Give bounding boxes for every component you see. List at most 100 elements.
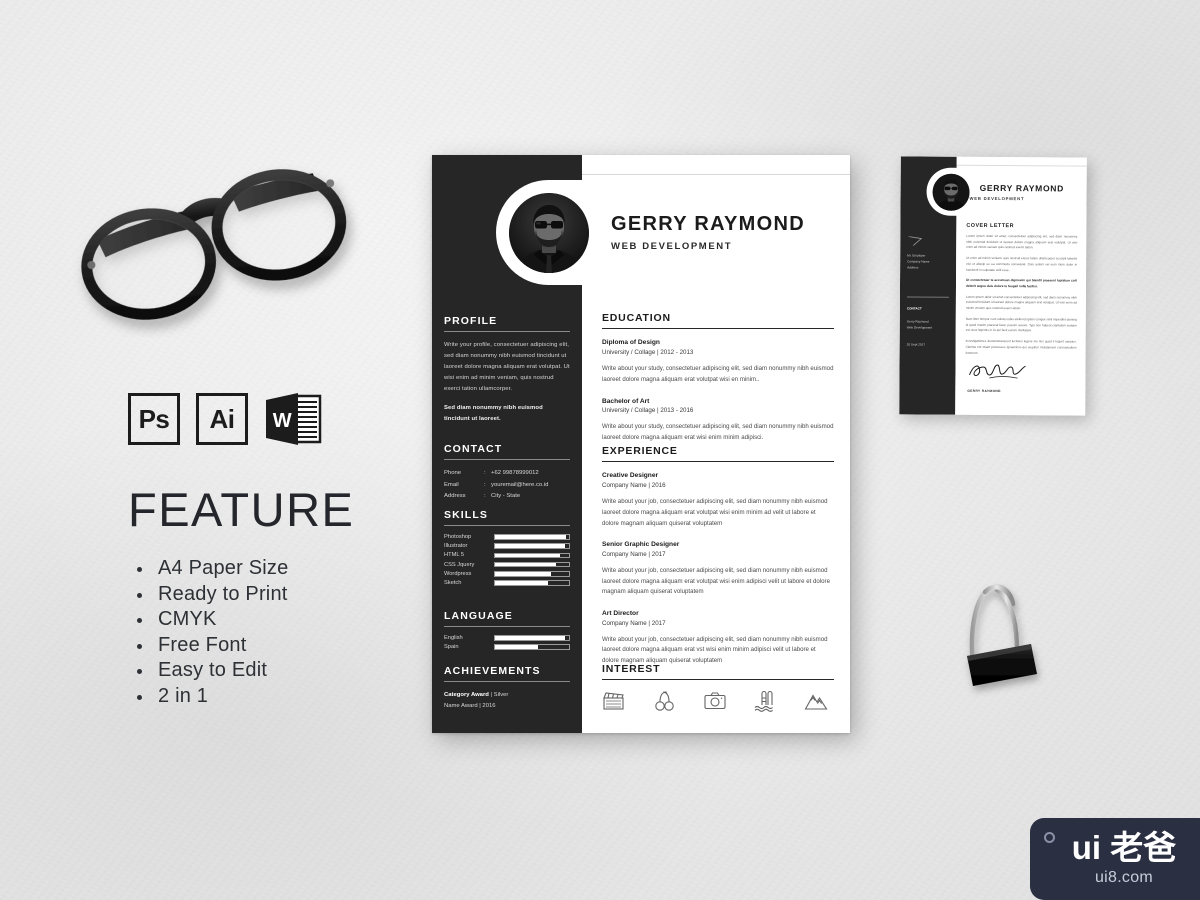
skill-fill bbox=[495, 562, 556, 567]
job-title: WEB DEVELOPMENT bbox=[611, 241, 733, 252]
movie-clapperboard-icon bbox=[602, 689, 626, 713]
svg-text:W: W bbox=[273, 410, 292, 432]
feature-heading: FEATURE bbox=[128, 483, 355, 536]
divider bbox=[602, 679, 834, 681]
contact-section: CONTACT Phone : +62 99878999012 Email : … bbox=[432, 443, 582, 503]
skill-fill bbox=[495, 544, 565, 548]
cover-header-bar: GERRY RAYMOND WEB DEVELOPMENT bbox=[926, 167, 1087, 217]
role: Creative Designer bbox=[602, 472, 659, 480]
mountain-hiking-icon bbox=[804, 689, 828, 713]
divider bbox=[444, 681, 570, 682]
skill-row: Wordpress bbox=[444, 571, 570, 577]
contact-value: +62 99878999012 bbox=[491, 470, 539, 476]
interest-heading: INTEREST bbox=[602, 663, 661, 675]
software-badges: Ps Ai W bbox=[128, 392, 322, 446]
skill-track bbox=[494, 534, 570, 540]
contact-label: CONTACT bbox=[906, 306, 922, 311]
education-entry: Bachelor of Art University / Collage | 2… bbox=[602, 397, 834, 444]
skill-fill bbox=[495, 636, 566, 640]
skill-fill bbox=[495, 553, 561, 558]
swimming-pool-icon bbox=[754, 689, 778, 713]
company: Company Name | 2016 bbox=[602, 482, 666, 490]
contact-separator: : bbox=[484, 470, 486, 476]
skill-name: Photoshop bbox=[444, 534, 472, 540]
skill-name: Wordpress bbox=[444, 570, 472, 577]
interest-icon-row bbox=[602, 689, 834, 713]
profile-paragraph-1: Write your profile, consectetuer adipisc… bbox=[444, 342, 570, 392]
description: Write about your job, consectetuer adipi… bbox=[602, 566, 830, 596]
avatar bbox=[932, 173, 970, 211]
education-section: EDUCATION Diploma of Design University /… bbox=[602, 312, 834, 455]
contact-value: City - State bbox=[491, 493, 521, 500]
contact-row: Phone : +62 99878999012 bbox=[444, 468, 570, 480]
skill-row: Spain bbox=[444, 644, 570, 650]
skill-name: CSS Jquery bbox=[444, 561, 475, 568]
feature-item: CMYK bbox=[134, 607, 288, 633]
skills-heading: SKILLS bbox=[444, 509, 488, 521]
experience-section: EXPERIENCE Creative Designer Company Nam… bbox=[602, 445, 834, 678]
contact-separator: : bbox=[484, 481, 486, 488]
skill-row: Illustrator bbox=[444, 543, 570, 549]
skill-track bbox=[494, 561, 570, 568]
letter-date: 20 Sept 2017 bbox=[906, 342, 926, 347]
contact-key: Phone bbox=[444, 470, 462, 476]
achievement-detail: | Silver bbox=[488, 692, 509, 698]
feature-item: A4 Paper Size bbox=[134, 556, 288, 582]
cover-paragraph: Lorem ipsum dolor sit amet consectetuer … bbox=[965, 294, 1077, 311]
skill-track bbox=[494, 571, 570, 577]
company: Company Name | 2017 bbox=[602, 551, 666, 559]
profile-section: PROFILE Write your profile, consectetuer… bbox=[432, 315, 582, 424]
profile-heading: PROFILE bbox=[444, 315, 498, 327]
watermark-logo-text: ui 老爸 bbox=[1071, 829, 1177, 866]
language-rows: English Spain bbox=[444, 635, 570, 650]
contact-value: youremail@here.co.id bbox=[491, 481, 549, 488]
skill-name: Sketch bbox=[444, 579, 462, 586]
corner-mark-icon bbox=[908, 236, 923, 246]
illustrator-icon: Ai bbox=[196, 393, 248, 445]
achievements-heading: ACHIEVEMENTS bbox=[444, 665, 541, 677]
cover-paragraph: Ut enim ad minim veniam, quis nostrud ex… bbox=[966, 255, 1078, 272]
experience-entry: Senior Graphic Designer Company Name | 2… bbox=[602, 540, 834, 598]
achievement-row: Category Award | Silver bbox=[444, 690, 570, 701]
skill-row: Photoshop bbox=[444, 534, 570, 540]
school: University / Collage | 2013 - 2016 bbox=[602, 407, 694, 415]
camera-icon bbox=[703, 689, 727, 713]
language-section: LANGUAGE English Spain bbox=[432, 610, 582, 653]
divider bbox=[444, 626, 570, 627]
top-strip bbox=[582, 155, 850, 175]
eyeglasses-prop bbox=[58, 138, 368, 338]
skills-section: SKILLS Photoshop Illustrator HTML 5 CSS Jqu… bbox=[432, 509, 582, 589]
full-name: GERRY RAYMOND bbox=[611, 213, 805, 235]
job-title: WEB DEVELOPMENT bbox=[969, 195, 1025, 201]
divider bbox=[602, 328, 834, 330]
divider bbox=[444, 525, 570, 526]
cover-name-block: GERRY RAYMOND WEB DEVELOPMENT bbox=[970, 183, 1064, 201]
achievement-row: Name Award | 2016 bbox=[444, 703, 496, 710]
feature-item: Free Font bbox=[134, 633, 288, 659]
experience-entry: Creative Designer Company Name | 2016 Wr… bbox=[602, 471, 834, 529]
resume-header-bar: GERRY RAYMOND WEB DEVELOPMENT bbox=[496, 180, 850, 285]
achievement-title: Category Award bbox=[444, 692, 489, 698]
signature-icon bbox=[968, 364, 1026, 379]
skill-fill bbox=[495, 581, 549, 585]
cover-letter-page: Mr. Employer Company Name Address CONTAC… bbox=[899, 156, 1087, 416]
role: Senior Graphic Designer bbox=[602, 541, 680, 549]
skill-fill bbox=[495, 645, 538, 649]
watermark-dot-icon bbox=[1044, 832, 1055, 843]
divider bbox=[444, 331, 570, 332]
signature-block: GERRY RAYMOND bbox=[967, 361, 1027, 393]
cover-paragraph: Nam liber tempor cum soluta nobis eleife… bbox=[965, 316, 1077, 333]
resume-page: PROFILE Write your profile, consectetuer… bbox=[432, 155, 850, 733]
skill-name: Spain bbox=[444, 644, 459, 651]
skill-name: English bbox=[444, 635, 463, 641]
skill-row: English bbox=[444, 635, 570, 641]
degree: Diploma of Design bbox=[602, 339, 660, 347]
dumbbell-icon bbox=[653, 689, 677, 713]
name-block: GERRY RAYMOND WEB DEVELOPMENT bbox=[611, 213, 805, 252]
contact-row: Email : youremail@here.co.id bbox=[444, 480, 570, 492]
signature-name: GERRY RAYMOND bbox=[967, 388, 1001, 394]
experience-entry: Art Director Company Name | 2017 Write a… bbox=[602, 609, 834, 667]
degree: Bachelor of Art bbox=[602, 397, 650, 405]
role: Art Director bbox=[602, 609, 639, 617]
mockup-scene: Ps Ai W FEATURE A4 Paper Size Ready to P… bbox=[0, 0, 1200, 900]
